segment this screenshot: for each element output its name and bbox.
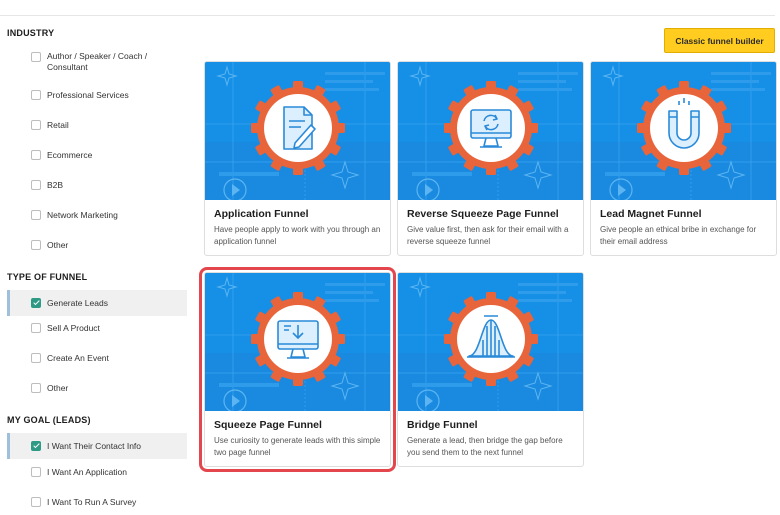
card-description: Give value first, then ask for their ema…	[407, 225, 569, 246]
checkbox[interactable]	[31, 180, 41, 190]
filter-industry-network-marketing[interactable]: Network Marketing	[7, 209, 187, 221]
checkbox[interactable]	[31, 90, 41, 100]
option-label: Other	[47, 382, 69, 393]
bell-curve-icon	[443, 292, 538, 386]
classic-funnel-builder-button[interactable]: Classic funnel builder	[664, 28, 775, 53]
check-icon	[33, 441, 40, 449]
filter-type-generate-leads[interactable]: Generate Leads	[7, 290, 187, 316]
option-label: Other	[47, 239, 69, 250]
checkbox[interactable]	[31, 210, 41, 220]
funnel-card-bridge[interactable]: Bridge Funnel Generate a lead, then brid…	[397, 272, 584, 467]
card-title: Reverse Squeeze Page Funnel	[407, 208, 559, 220]
card-thumbnail	[205, 273, 390, 411]
filter-industry-author[interactable]: Author / Speaker / Coach / Consultant	[7, 51, 187, 73]
checkbox[interactable]	[31, 383, 41, 393]
checkbox[interactable]	[31, 497, 41, 507]
funnel-card-application[interactable]: Application Funnel Have people apply to …	[204, 61, 391, 256]
checkbox[interactable]	[31, 323, 41, 333]
filter-industry-retail[interactable]: Retail	[7, 119, 187, 131]
checkbox[interactable]	[31, 52, 41, 62]
card-thumbnail	[398, 273, 583, 411]
option-label: Ecommerce	[47, 149, 93, 160]
option-label: Create An Event	[47, 352, 109, 363]
card-title: Application Funnel	[214, 208, 309, 220]
funnel-card-reverse-squeeze[interactable]: Reverse Squeeze Page Funnel Give value f…	[397, 61, 584, 256]
type-of-funnel-section-title: TYPE OF FUNNEL	[7, 272, 88, 282]
filter-type-other[interactable]: Other	[7, 382, 187, 394]
goal-section-title: MY GOAL (LEADS)	[7, 415, 91, 425]
filter-sidebar: INDUSTRY Author / Speaker / Coach / Cons…	[0, 0, 190, 515]
monitor-refresh-icon	[443, 81, 538, 175]
option-label: I Want To Run A Survey	[47, 496, 137, 507]
card-description: Give people an ethical bribe in exchange…	[600, 225, 757, 246]
checkbox[interactable]	[31, 120, 41, 130]
checkbox[interactable]	[31, 353, 41, 363]
filter-industry-ecommerce[interactable]: Ecommerce	[7, 149, 187, 161]
filter-type-create-an-event[interactable]: Create An Event	[7, 352, 187, 364]
filter-goal-contact-info[interactable]: I Want Their Contact Info	[7, 433, 187, 459]
checkbox-checked[interactable]	[31, 298, 41, 308]
checkbox[interactable]	[31, 467, 41, 477]
filter-industry-professional-services[interactable]: Professional Services	[7, 89, 187, 101]
card-thumbnail	[205, 62, 390, 200]
filter-goal-survey[interactable]: I Want To Run A Survey	[7, 496, 187, 508]
option-label: Network Marketing	[47, 209, 118, 220]
option-label: Professional Services	[47, 89, 129, 100]
card-description: Have people apply to work with you throu…	[214, 225, 381, 246]
option-label: Sell A Product	[47, 322, 100, 333]
option-label: I Want Their Contact Info	[47, 440, 142, 451]
card-title: Bridge Funnel	[407, 419, 478, 431]
filter-industry-other[interactable]: Other	[7, 239, 187, 251]
card-title: Squeeze Page Funnel	[214, 419, 322, 431]
check-icon	[33, 298, 40, 306]
card-description: Use curiosity to generate leads with thi…	[214, 436, 381, 457]
checkbox[interactable]	[31, 240, 41, 250]
funnel-card-squeeze-page[interactable]: Squeeze Page Funnel Use curiosity to gen…	[199, 267, 396, 472]
magnet-icon	[636, 81, 731, 175]
card-thumbnail	[398, 62, 583, 200]
card-thumbnail	[591, 62, 776, 200]
option-label: Generate Leads	[47, 297, 108, 308]
filter-type-sell-a-product[interactable]: Sell A Product	[7, 322, 187, 334]
card-title: Lead Magnet Funnel	[600, 208, 702, 220]
option-label: I Want An Application	[47, 466, 128, 477]
industry-section-title: INDUSTRY	[7, 28, 55, 38]
filter-industry-b2b[interactable]: B2B	[7, 179, 187, 191]
filter-goal-application[interactable]: I Want An Application	[7, 466, 187, 478]
funnel-card-lead-magnet[interactable]: Lead Magnet Funnel Give people an ethica…	[590, 61, 777, 256]
checkbox-checked[interactable]	[31, 441, 41, 451]
card-description: Generate a lead, then bridge the gap bef…	[407, 436, 563, 457]
option-label: B2B	[47, 179, 64, 190]
document-pen-icon	[250, 81, 345, 175]
checkbox[interactable]	[31, 150, 41, 160]
option-label: Author / Speaker / Coach / Consultant	[47, 51, 148, 72]
option-label: Retail	[47, 119, 69, 130]
monitor-download-icon	[250, 292, 345, 386]
